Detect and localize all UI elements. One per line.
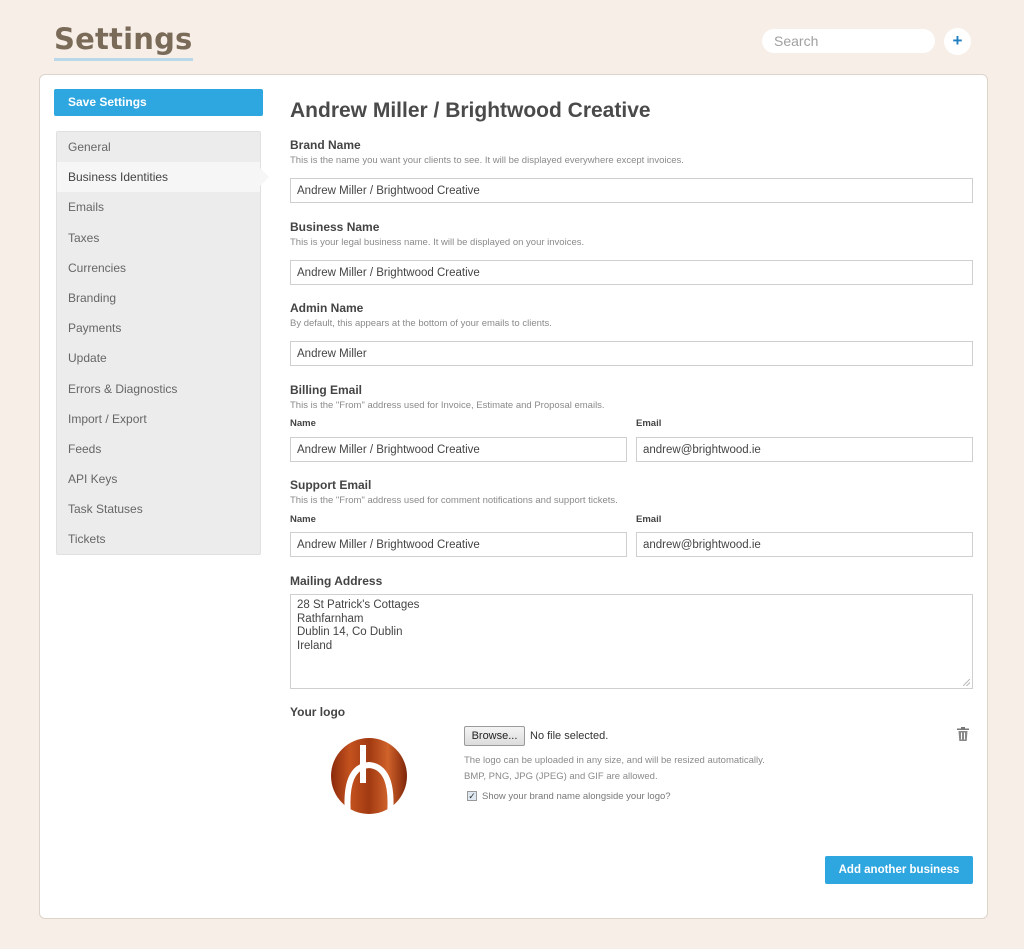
- support-email-help: This is the "From" address used for comm…: [290, 495, 618, 506]
- brand-name-label: Brand Name: [290, 138, 361, 152]
- mailing-address-label: Mailing Address: [290, 574, 383, 588]
- your-logo-label: Your logo: [290, 705, 346, 719]
- logo-help-formats: BMP, PNG, JPG (JPEG) and GIF are allowed…: [464, 771, 658, 782]
- billing-email-address-label: Email: [636, 418, 662, 429]
- sidebar-item-payments[interactable]: Payments: [57, 313, 260, 343]
- support-name-field[interactable]: [290, 532, 627, 557]
- billing-email-field[interactable]: [636, 437, 973, 462]
- resize-grip-icon[interactable]: [963, 679, 970, 686]
- sidebar-item-import-export[interactable]: Import / Export: [57, 404, 260, 434]
- show-brand-checkbox[interactable]: ✓: [467, 791, 477, 801]
- business-name-help: This is your legal business name. It wil…: [290, 237, 585, 248]
- page-title: Settings: [54, 22, 193, 61]
- support-name-label: Name: [290, 514, 316, 525]
- show-brand-label: Show your brand name alongside your logo…: [482, 791, 671, 802]
- brand-name-help: This is the name you want your clients t…: [290, 155, 684, 166]
- search-input[interactable]: [762, 29, 935, 53]
- support-email-address-label: Email: [636, 514, 662, 525]
- settings-panel: Save Settings General Business Identitie…: [39, 74, 988, 919]
- support-email-field[interactable]: [636, 532, 973, 557]
- brand-logo: [331, 738, 407, 815]
- sidebar-item-emails[interactable]: Emails: [57, 192, 260, 222]
- sidebar-item-api-keys[interactable]: API Keys: [57, 464, 260, 494]
- logo-help-size: The logo can be uploaded in any size, an…: [464, 755, 765, 766]
- sidebar-item-taxes[interactable]: Taxes: [57, 223, 260, 253]
- sidebar-item-currencies[interactable]: Currencies: [57, 253, 260, 283]
- trash-icon[interactable]: [957, 727, 969, 741]
- billing-email-help: This is the "From" address used for Invo…: [290, 400, 605, 411]
- billing-name-label: Name: [290, 418, 316, 429]
- admin-name-label: Admin Name: [290, 301, 364, 315]
- add-another-business-button[interactable]: Add another business: [825, 856, 973, 884]
- sidebar-item-update[interactable]: Update: [57, 343, 260, 373]
- business-name-label: Business Name: [290, 220, 380, 234]
- admin-name-help: By default, this appears at the bottom o…: [290, 318, 552, 329]
- business-name-field[interactable]: [290, 260, 973, 285]
- sidebar-item-tickets[interactable]: Tickets: [57, 524, 260, 554]
- settings-sidebar: General Business Identities Emails Taxes…: [56, 131, 269, 555]
- sidebar-item-business-identities[interactable]: Business Identities: [57, 162, 269, 193]
- billing-name-field[interactable]: [290, 437, 627, 462]
- business-title: Andrew Miller / Brightwood Creative: [290, 99, 651, 122]
- support-email-label: Support Email: [290, 478, 372, 492]
- sidebar-item-task-statuses[interactable]: Task Statuses: [57, 494, 260, 524]
- file-status: No file selected.: [530, 730, 609, 742]
- sidebar-item-errors-diagnostics[interactable]: Errors & Diagnostics: [57, 374, 260, 404]
- admin-name-field[interactable]: [290, 341, 973, 366]
- billing-email-label: Billing Email: [290, 383, 363, 397]
- save-settings-button[interactable]: Save Settings: [54, 89, 263, 116]
- sidebar-item-feeds[interactable]: Feeds: [57, 434, 260, 464]
- add-button[interactable]: +: [944, 28, 971, 55]
- mailing-address-textarea[interactable]: 28 St Patrick's Cottages Rathfarnham Dub…: [290, 594, 973, 689]
- browse-button[interactable]: Browse...: [464, 726, 525, 746]
- brand-name-field[interactable]: [290, 178, 973, 203]
- sidebar-item-general[interactable]: General: [57, 132, 260, 162]
- sidebar-item-branding[interactable]: Branding: [57, 283, 260, 313]
